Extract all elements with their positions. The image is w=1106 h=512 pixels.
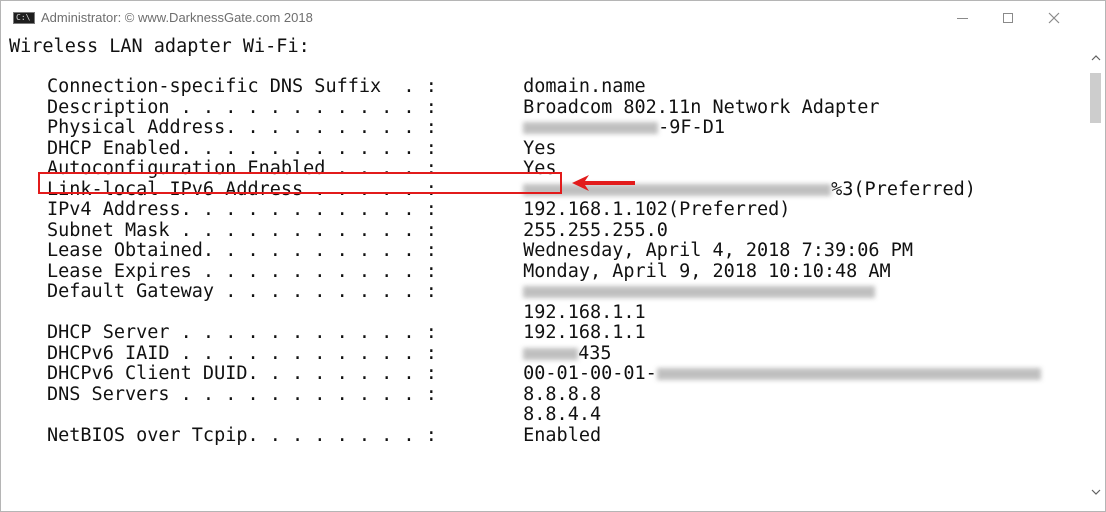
- maximize-button[interactable]: [985, 1, 1031, 35]
- row-subnet-mask: Subnet Mask . . . . . . . . . . . : 255.…: [47, 219, 1041, 242]
- adapter-header: Wireless LAN adapter Wi-Fi:: [9, 36, 310, 57]
- row-value: Wednesday, April 4, 2018 7:39:06 PM: [512, 240, 913, 261]
- row-ipv4-address: IPv4 Address. . . . . . . . . . . : 192.…: [47, 199, 1041, 221]
- ipconfig-output: Connection-specific DNS Suffix . : domai…: [47, 76, 1041, 447]
- redacted-value: [656, 368, 1041, 380]
- row-value: -9F-D1: [658, 117, 725, 138]
- row-label: Connection-specific DNS Suffix . :: [47, 77, 437, 97]
- row-label: DHCPv6 Client DUID. . . . . . . . :: [47, 364, 437, 384]
- row-value: 255.255.255.0: [512, 219, 668, 241]
- row-value: 192.168.1.1: [523, 301, 646, 323]
- row-dns-servers: DNS Servers . . . . . . . . . . . : 8.8.…: [47, 383, 1041, 406]
- row-dhcpv6-iaid: DHCPv6 IAID . . . . . . . . . . . : 435: [47, 342, 1041, 365]
- row-default-gateway-ipv4: 192.168.1.1: [47, 301, 1041, 324]
- row-dns-servers-secondary: 8.8.4.4: [47, 404, 1041, 426]
- title-bar[interactable]: C:\ Administrator: © www.DarknessGate.co…: [1, 1, 1105, 35]
- scroll-down-button[interactable]: [1086, 483, 1105, 501]
- window-title: Administrator: © www.DarknessGate.com 20…: [41, 10, 313, 25]
- row-label: Lease Expires . . . . . . . . . . :: [47, 261, 437, 282]
- console-app-icon: C:\: [13, 12, 35, 24]
- row-value: 192.168.1.1: [512, 322, 646, 343]
- maximize-icon: [1003, 13, 1013, 23]
- row-value: 00-01-00-01-: [512, 363, 657, 384]
- row-label: NetBIOS over Tcpip. . . . . . . . :: [47, 425, 437, 446]
- vertical-scrollbar[interactable]: [1086, 35, 1105, 511]
- close-button[interactable]: [1031, 1, 1077, 35]
- chevron-down-icon: [1091, 489, 1100, 495]
- chevron-up-icon: [1091, 55, 1100, 61]
- row-dhcp-enabled: DHCP Enabled. . . . . . . . . . . : Yes: [47, 137, 1041, 160]
- row-dhcp-server: DHCP Server . . . . . . . . . . . : 192.…: [47, 322, 1041, 344]
- scrollbar-thumb[interactable]: [1090, 73, 1101, 123]
- row-default-gateway: Default Gateway . . . . . . . . . :: [47, 282, 1041, 303]
- row-label: Subnet Mask . . . . . . . . . . . :: [47, 220, 437, 241]
- row-value: Yes: [512, 137, 557, 159]
- row-value: 8.8.8.8: [512, 383, 602, 405]
- row-netbios: NetBIOS over Tcpip. . . . . . . . : Enab…: [47, 424, 1041, 447]
- minimize-button[interactable]: [939, 1, 985, 35]
- command-prompt-window: C:\ Administrator: © www.DarknessGate.co…: [0, 0, 1106, 512]
- redacted-value: [523, 122, 659, 134]
- row-description: Description . . . . . . . . . . . : Broa…: [47, 96, 1041, 119]
- row-lease-obtained: Lease Obtained. . . . . . . . . . : Wedn…: [47, 240, 1041, 262]
- row-dns-suffix: Connection-specific DNS Suffix . : domai…: [47, 76, 1041, 98]
- row-dhcpv6-client-duid: DHCPv6 Client DUID. . . . . . . . : 00-0…: [47, 363, 1041, 385]
- row-label: Lease Obtained. . . . . . . . . . :: [47, 241, 437, 261]
- row-label: DNS Servers . . . . . . . . . . . :: [47, 384, 437, 405]
- row-value: Broadcom 802.11n Network Adapter: [512, 96, 880, 118]
- row-value: Monday, April 9, 2018 10:10:48 AM: [512, 260, 891, 282]
- redacted-value: [523, 286, 876, 298]
- row-label: Description . . . . . . . . . . . :: [47, 97, 437, 118]
- row-label: DHCP Server . . . . . . . . . . . :: [47, 323, 437, 343]
- pointer-arrow-icon: [572, 175, 635, 191]
- row-value: domain.name: [512, 76, 646, 97]
- row-lease-expires: Lease Expires . . . . . . . . . . : Mond…: [47, 260, 1041, 283]
- row-label: Default Gateway . . . . . . . . . :: [47, 282, 437, 302]
- row-value: 8.8.4.4: [523, 404, 602, 425]
- row-physical-address: Physical Address. . . . . . . . . : -9F-…: [47, 117, 1041, 139]
- row-label: DHCPv6 IAID . . . . . . . . . . . :: [47, 343, 437, 364]
- row-label: Physical Address. . . . . . . . . :: [47, 118, 437, 138]
- row-value: 435: [578, 342, 612, 364]
- close-icon: [1048, 12, 1060, 24]
- minimize-icon: [956, 17, 968, 19]
- row-label: IPv4 Address. . . . . . . . . . . :: [47, 200, 437, 220]
- dhcp-highlight-box: [38, 172, 562, 194]
- redacted-value: [523, 347, 579, 360]
- row-value: Enabled: [512, 424, 602, 446]
- row-value: %3(Preferred): [831, 178, 976, 200]
- row-label: DHCP Enabled. . . . . . . . . . . :: [47, 138, 437, 159]
- row-value: 192.168.1.102(Preferred): [512, 199, 791, 220]
- scroll-up-button[interactable]: [1086, 49, 1105, 67]
